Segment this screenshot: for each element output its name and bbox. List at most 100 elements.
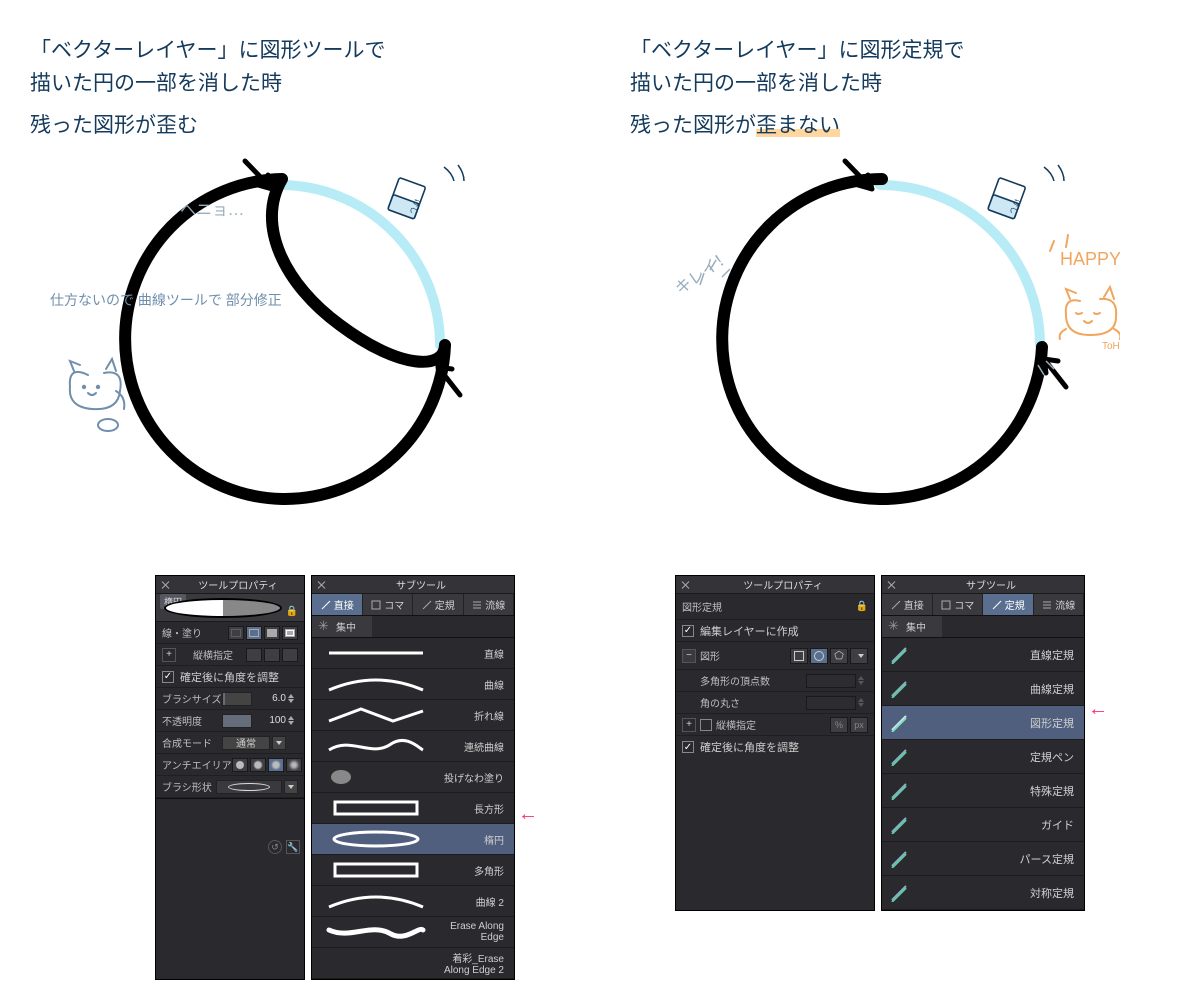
subtool-item[interactable]: 曲線 2 — [312, 886, 514, 917]
subtool-item[interactable]: ガイド — [882, 808, 1084, 842]
subtool-item[interactable]: パース定規 — [882, 842, 1084, 876]
tab-ruler[interactable]: 定規 — [983, 594, 1034, 615]
shape-rect[interactable] — [790, 648, 808, 664]
subtool-item[interactable]: 対称定規 — [882, 876, 1084, 910]
shape-polygon[interactable]: ⬠ — [830, 648, 848, 664]
tab-frame[interactable]: コマ — [363, 594, 414, 615]
aspect-px[interactable] — [282, 648, 298, 662]
create-on-layer-checkbox[interactable] — [682, 625, 694, 637]
close-icon[interactable] — [316, 579, 328, 591]
burst-icon — [888, 620, 902, 634]
subtool-item[interactable]: 直線定規 — [882, 638, 1084, 672]
aa-weak[interactable] — [250, 758, 266, 772]
caption-line1: 「ベクターレイヤー」に図形ツールで 描いた円の一部を消した時 — [30, 35, 450, 100]
tool-property-panel: ツールプロパティ 図形定規 🔒 編集レイヤーに作成 − 図形 ⬠ — [675, 575, 875, 911]
expand-icon[interactable]: + — [162, 648, 176, 662]
stepper-icon[interactable] — [288, 714, 298, 728]
tab-frame[interactable]: コマ — [933, 594, 984, 615]
ellipse-preview — [164, 598, 282, 618]
poly-verts-input — [806, 674, 856, 688]
subtool-item[interactable]: 曲線定規 — [882, 672, 1084, 706]
brushsize-slider[interactable] — [222, 692, 252, 706]
svg-text:HAPPY！: HAPPY！ — [1060, 249, 1120, 269]
subtool-item[interactable]: 着彩_Erase Along Edge 2 — [312, 948, 514, 979]
tab-direct[interactable]: 直接 — [312, 594, 363, 615]
close-icon[interactable] — [886, 579, 898, 591]
blend-dropdown[interactable]: 通常 — [222, 736, 270, 750]
subtool-item[interactable]: 定規ペン — [882, 740, 1084, 774]
aa-strong[interactable] — [286, 758, 302, 772]
stepper-icon[interactable] — [288, 692, 298, 706]
brushsize-label: ブラシサイズ — [162, 691, 222, 706]
lock-icon[interactable]: 🔒 — [856, 601, 868, 612]
stepper-icon — [858, 674, 868, 688]
tab-focus[interactable]: 集中 — [312, 616, 372, 637]
subtool-item[interactable]: 特殊定規 — [882, 774, 1084, 808]
subtool-item[interactable]: Erase Along Edge — [312, 917, 514, 948]
ruler-icon — [890, 816, 908, 834]
aspect-checkbox[interactable] — [700, 719, 712, 731]
fill-only[interactable] — [264, 626, 280, 640]
collapse-icon[interactable]: − — [682, 649, 696, 663]
subtool-item[interactable]: 曲線 — [312, 669, 514, 700]
brushshape-label: ブラシ形状 — [162, 779, 212, 794]
tab-stream[interactable]: 流線 — [1034, 594, 1085, 615]
ruler-icon — [890, 850, 908, 868]
aa-none[interactable] — [232, 758, 248, 772]
expand-icon[interactable]: + — [682, 718, 696, 732]
caption-line2: 残った図形が歪まない — [630, 110, 840, 143]
pointer-arrow — [518, 803, 538, 826]
aspect-pct-icon[interactable]: % — [830, 717, 848, 733]
stepper-icon — [858, 696, 868, 710]
subtool-item-ellipse[interactable]: 楕円 — [312, 824, 514, 855]
angle-checkbox[interactable] — [162, 671, 174, 683]
subtool-item[interactable]: 多角形 — [312, 855, 514, 886]
tool-property-panel: ツールプロパティ 楕円 🔒 線・塗り + 縦横指定 — [155, 575, 305, 980]
tab-focus[interactable]: 集中 — [882, 616, 942, 637]
subtool-item[interactable]: 折れ線 — [312, 700, 514, 731]
aspect-px-icon[interactable]: px — [850, 717, 868, 733]
dropdown-icon[interactable] — [284, 780, 298, 794]
aspect-off[interactable] — [246, 648, 262, 662]
panel-title: ツールプロパティ — [696, 577, 870, 592]
stroke-and-fill[interactable] — [282, 626, 298, 640]
stroke-only[interactable] — [246, 626, 262, 640]
fill-none[interactable] — [228, 626, 244, 640]
aspect-label: 縦横指定 — [193, 647, 233, 662]
tab-stream[interactable]: 流線 — [464, 594, 515, 615]
corner-round-input — [806, 696, 856, 710]
dropdown-icon[interactable] — [272, 736, 286, 750]
tab-direct[interactable]: 直接 — [882, 594, 933, 615]
line-fill-label: 線・塗り — [162, 625, 202, 640]
subtool-item[interactable]: 直線 — [312, 638, 514, 669]
subtool-item[interactable]: 連続曲線 — [312, 731, 514, 762]
reset-icon[interactable]: ↺ — [268, 840, 282, 854]
brushsize-value: 6.0 — [252, 693, 286, 704]
subtool-item[interactable]: 投げなわ塗り — [312, 762, 514, 793]
subtool-panel: サブツール 直接 コマ 定規 流線 集中 直線 曲線 折れ線 連続曲線 投げなわ… — [311, 575, 515, 980]
subtool-item-shape-ruler[interactable]: 図形定規 — [882, 706, 1084, 740]
shape-ellipse[interactable] — [810, 648, 828, 664]
ruler-icon — [890, 646, 908, 664]
wrench-icon[interactable]: 🔧 — [286, 840, 300, 854]
panel-title: ツールプロパティ — [176, 577, 300, 592]
aspect-wh[interactable] — [264, 648, 280, 662]
angle-checkbox[interactable] — [682, 741, 694, 753]
aa-mid[interactable] — [268, 758, 284, 772]
brushshape-preview[interactable] — [216, 780, 282, 794]
aa-label: アンチエイリア — [162, 757, 232, 772]
close-icon[interactable] — [680, 579, 692, 591]
svg-text:ヘニョ…: ヘニョ… — [180, 202, 244, 219]
opacity-slider[interactable] — [222, 714, 252, 728]
shape-more[interactable] — [850, 648, 868, 664]
tab-ruler[interactable]: 定規 — [413, 594, 464, 615]
create-on-layer-label: 編集レイヤーに作成 — [700, 623, 799, 639]
lock-icon[interactable]: 🔒 — [286, 606, 298, 617]
angle-label: 確定後に角度を調整 — [180, 669, 279, 685]
corner-round-label: 角の丸さ — [682, 695, 740, 710]
opacity-value: 100 — [252, 715, 286, 726]
ruler-icon — [890, 680, 908, 698]
subtool-item[interactable]: 長方形 — [312, 793, 514, 824]
close-icon[interactable] — [160, 579, 172, 591]
shape-section-label: 図形 — [700, 648, 720, 663]
